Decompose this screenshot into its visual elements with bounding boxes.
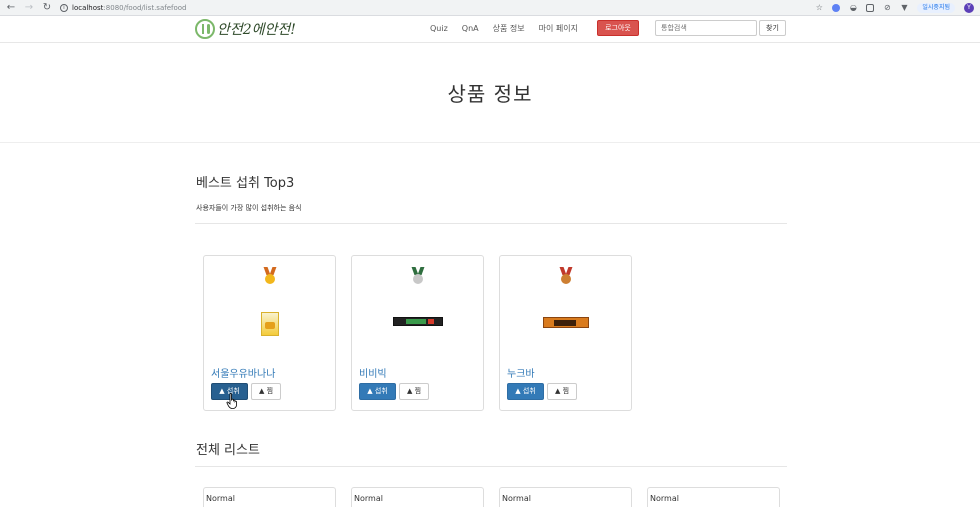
browser-toolbar: ← → ↻ i localhost:8080/food/list.safefoo… bbox=[0, 0, 980, 16]
divider bbox=[195, 466, 787, 467]
list-item[interactable]: Normal bbox=[647, 487, 780, 507]
pick-button[interactable]: ▲ 찜 bbox=[547, 383, 577, 400]
back-icon[interactable]: ← bbox=[6, 2, 16, 13]
page-title: 상품 정보 bbox=[447, 82, 533, 106]
reload-icon[interactable]: ↻ bbox=[42, 2, 52, 13]
list-item[interactable]: Normal bbox=[351, 487, 484, 507]
product-name-link[interactable]: 비비빅 bbox=[359, 365, 387, 380]
list-item[interactable]: Normal bbox=[499, 487, 632, 507]
filter-icon[interactable]: ▼ bbox=[900, 3, 908, 12]
silver-medal-icon bbox=[410, 267, 426, 289]
divider bbox=[195, 223, 787, 224]
page-header: 상품 정보 bbox=[0, 43, 980, 143]
brand-name: 안전2에안전! bbox=[217, 22, 296, 38]
address-bar[interactable]: i localhost:8080/food/list.safefood bbox=[60, 2, 807, 14]
intake-button[interactable]: ▲ 섭취 bbox=[359, 383, 396, 400]
url-text: localhost:8080/food/list.safefood bbox=[72, 3, 187, 12]
brand-logo-link[interactable]: 안전2에안전! bbox=[195, 19, 296, 39]
sync-paused-button[interactable]: 일시중지됨 bbox=[917, 2, 955, 13]
extension-icon[interactable] bbox=[832, 3, 841, 12]
fork-spoon-logo-icon bbox=[195, 19, 215, 39]
nav-menu: Quiz QnA 상품 정보 마이 페이지 bbox=[430, 23, 578, 35]
nav-link-quiz[interactable]: Quiz bbox=[430, 23, 448, 35]
product-name-link[interactable]: 서울우유바나나 bbox=[211, 365, 275, 380]
pick-button[interactable]: ▲ 찜 bbox=[251, 383, 281, 400]
best-card: 누크바 ▲ 섭취 ▲ 찜 bbox=[499, 255, 632, 411]
info-icon[interactable]: i bbox=[60, 3, 68, 12]
extension-icon[interactable]: ◒ bbox=[849, 3, 857, 12]
list-item[interactable]: Normal bbox=[203, 487, 336, 507]
hand-cursor-icon bbox=[226, 393, 237, 409]
product-name-link[interactable]: 누크바 bbox=[507, 365, 535, 380]
product-image[interactable] bbox=[393, 317, 443, 326]
nav-link-product-info[interactable]: 상품 정보 bbox=[493, 23, 525, 35]
best-section-description: 사용자들이 가장 많이 섭취하는 음식 bbox=[196, 204, 302, 212]
product-image[interactable] bbox=[261, 312, 279, 336]
pick-button[interactable]: ▲ 찜 bbox=[399, 383, 429, 400]
search-button[interactable]: 찾기 bbox=[759, 20, 786, 36]
search-input[interactable] bbox=[655, 20, 757, 36]
nav-link-qna[interactable]: QnA bbox=[462, 23, 479, 35]
gold-medal-icon bbox=[262, 267, 278, 289]
best-section-title: 베스트 섭취 Top3 bbox=[196, 176, 295, 191]
extension-icon[interactable] bbox=[866, 3, 875, 12]
intake-button[interactable]: ▲ 섭취 bbox=[507, 383, 544, 400]
best-card: 서울우유바나나 ▲ 섭취 ▲ 찜 bbox=[203, 255, 336, 411]
best-card: 비비빅 ▲ 섭취 ▲ 찜 bbox=[351, 255, 484, 411]
nav-link-mypage[interactable]: 마이 페이지 bbox=[539, 23, 578, 35]
site-navbar: 안전2에안전! Quiz QnA 상품 정보 마이 페이지 로그아웃 찾기 bbox=[0, 16, 980, 43]
bookmark-star-icon[interactable]: ☆ bbox=[815, 3, 823, 12]
block-icon[interactable]: ⊘ bbox=[883, 3, 891, 12]
logout-button[interactable]: 로그아웃 bbox=[597, 20, 639, 36]
product-image[interactable] bbox=[543, 317, 589, 328]
profile-avatar[interactable]: Y bbox=[964, 2, 974, 13]
all-list-title: 전체 리스트 bbox=[196, 443, 260, 458]
forward-icon[interactable]: → bbox=[24, 2, 34, 13]
bronze-medal-icon bbox=[558, 267, 574, 289]
